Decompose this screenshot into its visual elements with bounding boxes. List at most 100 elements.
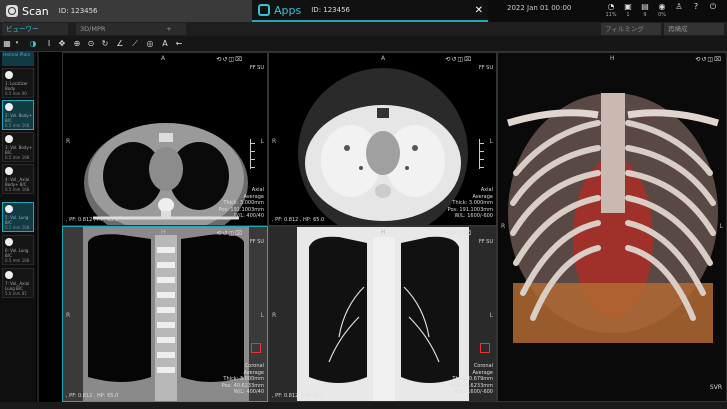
series-image-icon <box>5 205 13 213</box>
orientation-top: H <box>161 229 166 236</box>
orientation-top: H <box>381 229 386 236</box>
zoom-icon[interactable]: ⊕ <box>72 38 82 49</box>
viewport-tools-icon[interactable]: ⟲↺◫⌧ <box>445 230 472 237</box>
apps-tab[interactable]: Apps ID: 123456 ✕ <box>252 0 488 22</box>
series-panel-header: Helical Plain <box>2 52 34 66</box>
pitch-factor: , PF: 0.812 , HP: 65.0 <box>272 392 325 399</box>
active-slice-indicator[interactable] <box>480 343 490 353</box>
status-item[interactable]: ▤ 9 <box>636 2 654 18</box>
viewport-3d-volume[interactable]: H R L ⟲↺◫⌧ SVR <box>497 52 727 402</box>
viewport-coronal-soft-tissue[interactable]: H R L ⟲↺◫⌧ FF SU Coronal Average Thick: … <box>62 226 268 402</box>
tab-3d-mpr[interactable]: 3D/MPR <box>76 23 152 35</box>
ruler-icon[interactable]: ⟋ <box>130 38 140 49</box>
transfer-icon: ◉ <box>658 2 666 11</box>
series-title: 3: Vol. Body+ B/C <box>5 145 33 155</box>
tab-filming[interactable]: フィルミング <box>601 23 661 35</box>
orientation-left: R <box>272 138 277 145</box>
viewport-tools-icon[interactable]: ⟲↺◫⌧ <box>695 56 722 63</box>
series-thumbnail[interactable]: 5: Vol. Lung B/C 0.5 mm 168 <box>2 202 34 232</box>
pan-icon[interactable]: ✥ <box>57 38 67 49</box>
orientation-right: L <box>260 312 264 319</box>
slice-gauge[interactable] <box>479 139 488 169</box>
viewport-corner-label: FF SU <box>249 65 264 71</box>
angle-icon[interactable]: ∠ <box>115 38 125 49</box>
orientation-left: R <box>501 223 506 230</box>
viewport-coronal-lung[interactable]: H R L ⟲↺◫⌧ FF SU Coronal Average Thick: … <box>268 226 497 402</box>
status-label: 11% <box>605 12 617 18</box>
status-item[interactable]: ⏻ <box>704 2 722 12</box>
series-title: 4: Vol._Axial Body+ B/C <box>5 177 30 187</box>
viewport-info: Coronal Average Thick: 0.679mm Pos: 40.6… <box>451 363 493 396</box>
viewport-corner-label: FF SU <box>478 65 493 71</box>
viewport-info: Axial Average Thick: 3.000mm Pos: 191.10… <box>219 187 264 220</box>
rotate-icon[interactable]: ↻ <box>100 38 110 49</box>
slice-thickness: Thick: 0.679mm <box>452 376 493 382</box>
apps-icon <box>258 4 270 16</box>
series-title: 1: Localizer Body <box>5 81 28 91</box>
series-thumbnail[interactable]: 4: Vol._Axial Body+ B/C 0.5 mm 168 <box>2 164 34 194</box>
series-thumbnail[interactable]: 1: Localizer Body 0.5 mm 00 <box>2 68 34 98</box>
active-slice-indicator[interactable] <box>251 343 261 353</box>
text-cursor-icon[interactable]: I <box>44 38 54 49</box>
orientation-top: A <box>381 55 386 62</box>
roi-icon[interactable]: ◎ <box>145 38 155 49</box>
viewport-axial-lung[interactable]: A R L ⟲↺◫⌧ FF SU Axial Average Thick: 3.… <box>268 52 497 226</box>
arrow-icon[interactable]: ← <box>174 38 184 49</box>
series-meta: 0.5 mm 168 <box>5 225 30 230</box>
slice-thickness: Thick: 3.000mm <box>223 376 264 382</box>
status-item[interactable]: ? <box>687 2 705 12</box>
magnify-icon[interactable]: ⊙ <box>86 38 96 49</box>
series-title: 7: Vol._Axial Lung B/C <box>5 281 30 291</box>
status-item[interactable]: ◔ 11% <box>602 2 620 18</box>
slice-gauge[interactable] <box>250 139 259 169</box>
viewport-tools-icon[interactable]: ⟲↺◫⌧ <box>216 56 243 63</box>
series-thumbnail[interactable]: 6: Vol. Lung B/C 0.5 mm 168 <box>2 235 34 265</box>
window-level: W/L: 400/40 <box>233 389 264 395</box>
annotation-text-icon[interactable]: A <box>160 38 170 49</box>
status-item[interactable]: ▣ 1 <box>619 2 637 18</box>
orientation-top: A <box>161 55 166 62</box>
apps-tab-id: ID: 123456 <box>311 6 350 14</box>
orientation-left: R <box>66 138 71 145</box>
series-thumbnail[interactable]: 3: Vol. Body+ B/C 0.5 mm 168 <box>2 132 34 162</box>
close-icon[interactable]: ✕ <box>475 5 483 16</box>
panel-divider <box>37 52 39 402</box>
status-label: 1 <box>626 12 630 18</box>
scan-tab-id: ID: 123456 <box>58 7 98 15</box>
user-icon: ♙ <box>675 2 683 11</box>
apps-tab-label: Apps <box>274 3 302 17</box>
add-tab-button[interactable]: + <box>152 23 186 35</box>
series-title: 5: Vol. Lung B/C <box>5 215 29 225</box>
window-level: W/L: 400/40 <box>233 213 264 219</box>
layout-icon[interactable]: ▦ <box>2 38 12 49</box>
orientation-right: L <box>489 312 493 319</box>
workspace-tab-bar: ビューワー 3D/MPR + フィルミング 再構成 <box>0 22 727 36</box>
slice-thickness: Thick: 3.000mm <box>223 200 264 206</box>
queue-icon: ▣ <box>624 2 632 11</box>
viewport-axial-soft-tissue[interactable]: A R L ⟲↺◫⌧ FF SU Axial Average Thick: 3.… <box>62 52 268 226</box>
series-meta: 0.5 mm 168 <box>5 258 30 263</box>
viewport-tools-icon[interactable]: ⟲↺◫⌧ <box>216 230 243 237</box>
window-level-icon[interactable]: ◑ <box>28 38 38 49</box>
layout-dropdown-icon[interactable]: ▾ <box>12 38 22 49</box>
disk-icon: ◔ <box>607 2 615 11</box>
volume-rendering-image <box>498 53 726 401</box>
series-thumbnail[interactable]: 7: Vol._Axial Lung B/C 5.0 mm 81 <box>2 268 34 298</box>
series-meta: 0.5 mm 168 <box>5 187 30 192</box>
tab-viewer[interactable]: ビューワー <box>2 23 68 35</box>
series-thumbnail[interactable]: 2: Vol. Body+ B/C 0.5 mm 168 <box>2 100 34 130</box>
status-item[interactable]: ◉ 0% <box>653 2 671 18</box>
scan-tab[interactable]: Scan ID: 123456 <box>0 0 252 22</box>
status-item[interactable]: ♙ <box>670 2 688 12</box>
orientation-right: L <box>719 223 723 230</box>
title-bar: Scan ID: 123456 Apps ID: 123456 ✕ 2022 J… <box>0 0 727 22</box>
series-meta: 0.5 mm 168 <box>5 155 30 160</box>
orientation-left: R <box>66 312 71 319</box>
viewport-tools-icon[interactable]: ⟲↺◫⌧ <box>445 56 472 63</box>
pitch-factor: , PF: 0.812 , HP: 65.0 <box>272 216 325 223</box>
series-title: 6: Vol. Lung B/C <box>5 248 29 258</box>
tab-reconstruct[interactable]: 再構成 <box>664 23 724 35</box>
series-meta: 0.5 mm 00 <box>5 91 27 96</box>
orientation-right: L <box>260 138 264 145</box>
camera-icon <box>6 5 18 17</box>
